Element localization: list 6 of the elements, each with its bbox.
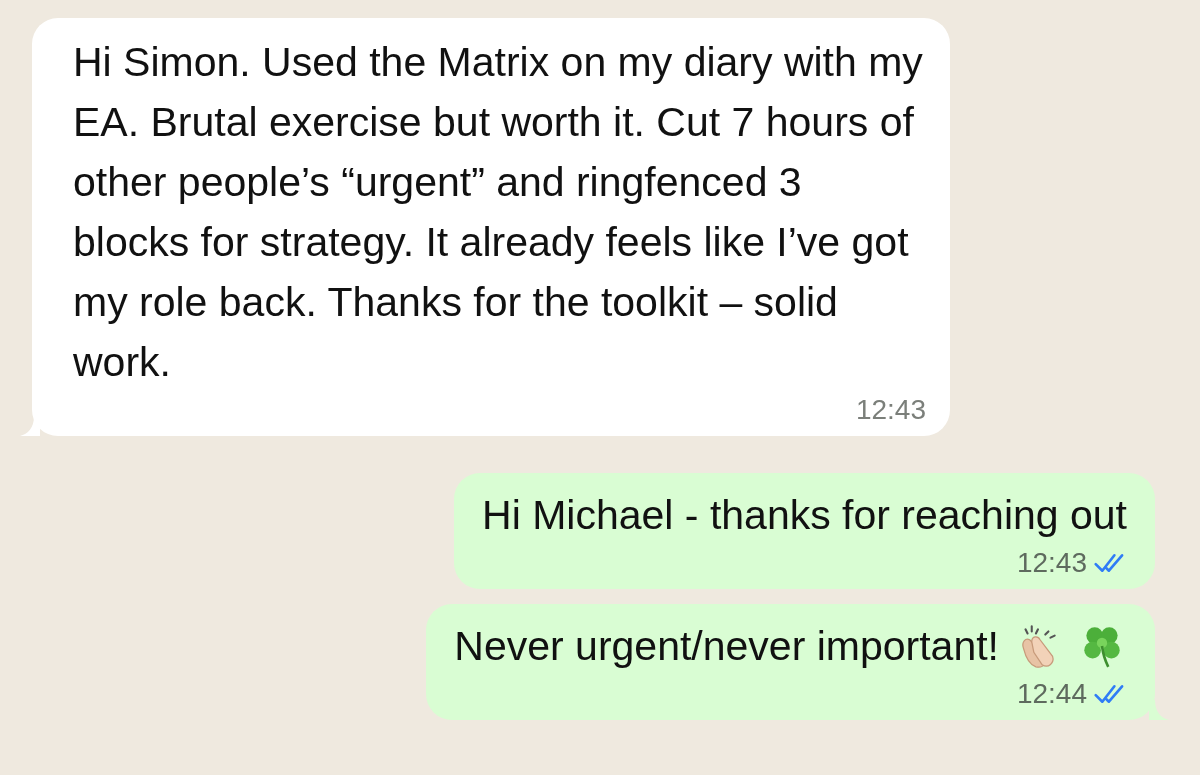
message-text: Hi Simon. Used the Matrix on my diary with my EA. Brutal exercise but worth it. Cut 7 hours of other people’s “urgent” and ringfenced 3 blocks for strategy. It already feels like I’ve got my role back. Thanks for the toolkit – solid work. xyxy=(73,38,923,387)
message-text: Hi Michael - thanks for reaching out xyxy=(482,491,1127,540)
message-time: 12:43 xyxy=(1016,547,1087,579)
message-time: 12:44 xyxy=(1016,678,1087,710)
message-time: 12:43 xyxy=(855,394,926,426)
message-text: Never urgent/never important! xyxy=(454,622,999,671)
